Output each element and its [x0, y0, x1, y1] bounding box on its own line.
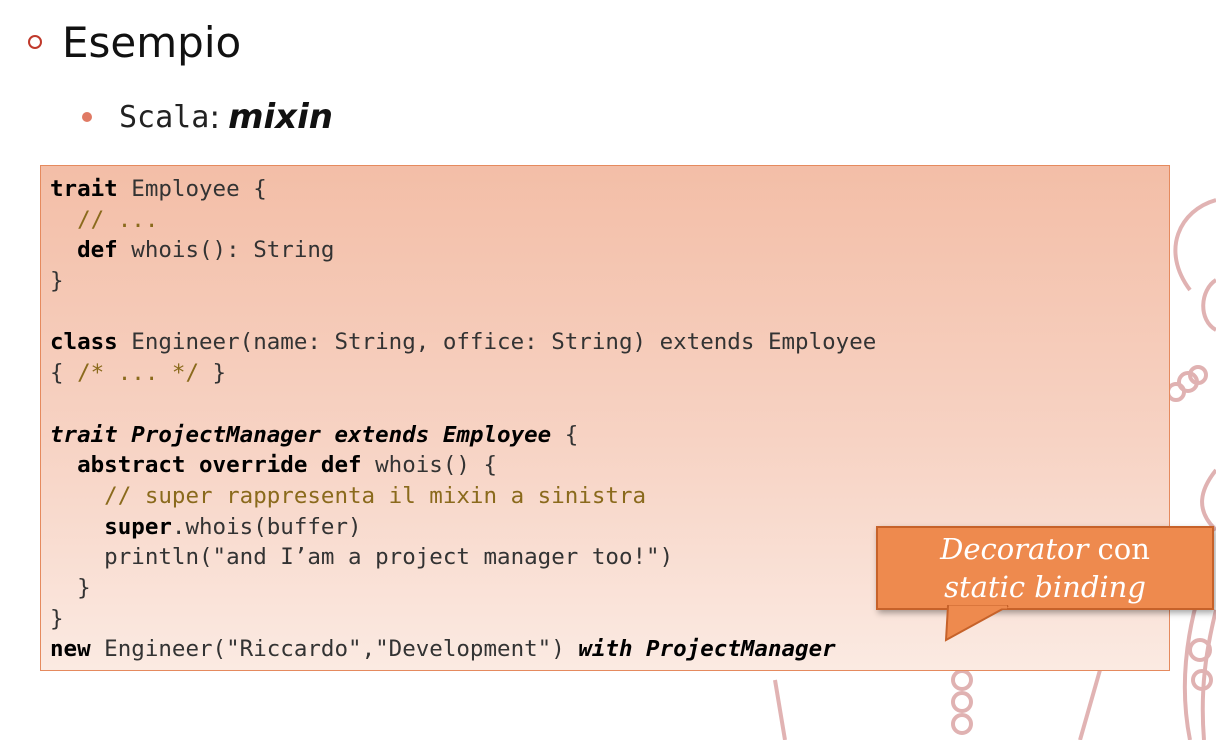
code-text: }: [50, 605, 64, 632]
callout-box: Decorator con static binding: [876, 526, 1214, 610]
code-text: }: [199, 360, 227, 387]
code-keyword-italic: trait ProjectManager extends Employee: [50, 421, 552, 448]
sub-bullet-language: Scala: [119, 99, 210, 135]
code-text: Employee {: [117, 176, 267, 202]
code-text: {: [50, 360, 78, 387]
code-comment: /* ... */: [77, 360, 200, 387]
code-text: whois() {: [361, 452, 498, 479]
code-comment: // super rappresenta il mixin a sinistra: [50, 482, 647, 509]
code-line-7: { /* ... */ }: [50, 358, 1169, 389]
code-line-2: // ...: [50, 205, 1169, 236]
callout-line-1: Decorator con: [878, 530, 1212, 568]
callout-pointer-icon: [944, 605, 1009, 642]
slide-heading: Esempio: [62, 17, 242, 67]
code-line-3: def whois(): String: [50, 235, 1169, 266]
callout-line-2: static binding: [944, 570, 1146, 604]
code-text: .whois(buffer): [171, 513, 362, 540]
callout-emphasis: Decorator: [940, 532, 1089, 566]
code-text: Engineer("Riccardo","Development"): [90, 636, 579, 663]
hollow-bullet-icon: [28, 35, 42, 49]
code-keyword: def: [77, 237, 118, 264]
seal-fragment-icon: [773, 669, 1102, 740]
code-line-9: trait ProjectManager extends Employee {: [50, 420, 1169, 451]
code-keyword: super: [104, 513, 172, 540]
code-keyword: abstract override def: [77, 452, 362, 479]
code-text: println("and I’am a project manager too!…: [50, 544, 674, 571]
code-text: Engineer(name: String, office: String) e…: [117, 329, 877, 356]
callout-text: con: [1088, 532, 1150, 566]
heading-row: Esempio: [28, 12, 241, 72]
sub-bullet-row: Scala : mixin: [82, 92, 333, 142]
code-text: }: [50, 574, 91, 601]
bullet-dot-icon: [82, 112, 92, 122]
code-line-10: abstract override def whois() {: [50, 450, 1169, 481]
code-text: {: [551, 421, 579, 448]
code-keyword: trait: [50, 176, 118, 202]
sub-bullet-emphasis: mixin: [228, 97, 333, 137]
code-text: whois(): String: [117, 237, 335, 264]
code-line-11: // super rappresenta il mixin a sinistra: [50, 481, 1169, 512]
code-keyword: new: [50, 636, 91, 663]
code-line-1: trait Employee {: [50, 174, 1169, 205]
code-text: }: [50, 268, 64, 295]
sub-bullet-separator: :: [209, 98, 221, 136]
code-keyword-italic: with ProjectManager: [578, 636, 836, 663]
code-comment: // ...: [50, 206, 159, 233]
code-line-6: class Engineer(name: String, office: Str…: [50, 327, 1169, 358]
code-line-4: }: [50, 266, 1169, 297]
code-keyword: class: [50, 329, 118, 356]
